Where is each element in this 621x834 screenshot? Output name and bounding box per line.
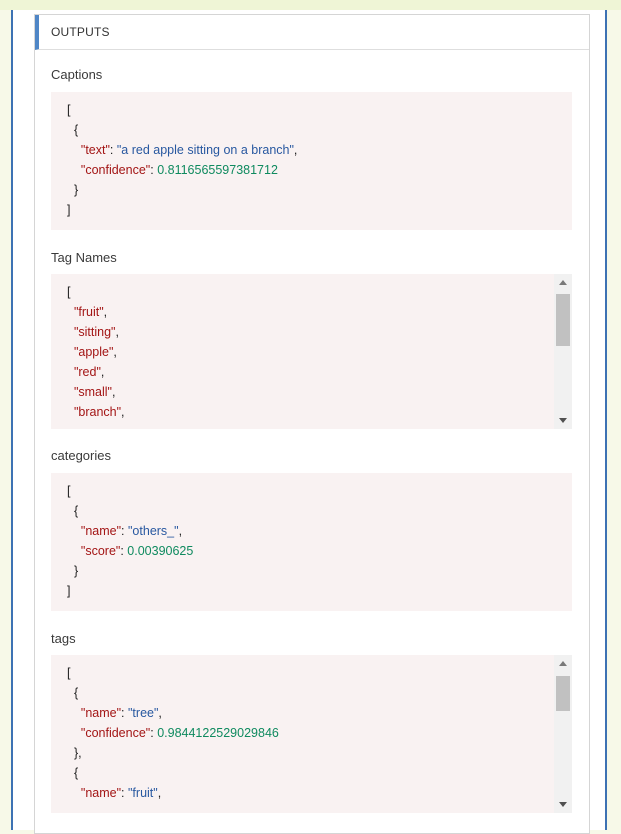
code-line: "name": "fruit", [67, 783, 557, 803]
code-token: } [67, 183, 79, 197]
code-token: "apple" [67, 345, 114, 359]
code-token: "score" [67, 544, 121, 558]
code-token: 0.9844122529029846 [157, 726, 279, 740]
code-token: "confidence" [67, 726, 151, 740]
code-token: "name" [67, 706, 122, 720]
code-line: [ [67, 100, 572, 120]
tag-names-scrollbar[interactable] [554, 274, 572, 429]
code-token: : [121, 524, 128, 538]
scroll-up-icon[interactable] [559, 280, 567, 285]
code-line: "text": "a red apple sitting on a branch… [67, 140, 572, 160]
captions-code-block: [ { "text": "a red apple sitting on a br… [51, 92, 572, 230]
tags-scrollbar[interactable] [554, 655, 572, 813]
code-line: [ [67, 663, 557, 683]
code-line: "fruit", [67, 302, 557, 322]
captions-label: Captions [51, 67, 103, 82]
code-token: "name" [67, 786, 122, 800]
code-token: 0.8116565597381712 [157, 163, 278, 177]
code-token: "small" [67, 385, 112, 399]
code-token: , [293, 143, 298, 157]
code-content: [ { "name": "tree", "confidence": 0.9844… [67, 663, 557, 803]
code-line: "score": 0.00390625 [67, 541, 572, 561]
code-line: }, [67, 743, 557, 763]
code-token: , [103, 305, 108, 319]
scroll-thumb[interactable] [556, 676, 570, 711]
code-token: "fruit" [67, 305, 104, 319]
code-line: { [67, 683, 557, 703]
code-token: { [67, 686, 79, 700]
code-token: "text" [67, 143, 110, 157]
code-token: , [113, 345, 117, 359]
code-line: "red", [67, 362, 557, 382]
code-token: } [67, 564, 79, 578]
code-token: , [121, 405, 125, 419]
code-line: "confidence": 0.9844122529029846 [67, 723, 557, 743]
code-token: "others_" [128, 524, 179, 538]
code-line: "name": "tree", [67, 703, 557, 723]
code-token: }, [67, 746, 82, 760]
scroll-down-icon[interactable] [559, 802, 567, 807]
code-line: { [67, 763, 557, 783]
code-token: ] [67, 584, 71, 598]
code-token: "a red apple sitting on a branch" [116, 143, 294, 157]
code-line: "sitting", [67, 322, 557, 342]
outputs-header: OUTPUTS [35, 15, 589, 50]
tags-label: tags [51, 631, 76, 646]
tags-code-block[interactable]: [ { "name": "tree", "confidence": 0.9844… [51, 655, 572, 813]
code-token: [ [67, 103, 71, 117]
code-token: , [178, 524, 183, 538]
code-line: "name": "others_", [67, 521, 572, 541]
code-token: 0.00390625 [127, 544, 194, 558]
code-line: [ [67, 282, 557, 302]
code-token: : [121, 706, 128, 720]
code-token: , [112, 385, 116, 399]
code-line: { [67, 501, 572, 521]
code-token: { [67, 504, 79, 518]
code-token: "sitting" [67, 325, 116, 339]
code-token: [ [67, 484, 71, 498]
code-token: , [158, 706, 162, 720]
code-token: , [157, 786, 162, 800]
code-line: "small", [67, 382, 557, 402]
code-line: ] [67, 581, 572, 601]
code-token: : [109, 143, 117, 157]
code-content: [ { "name": "others_", "score": 0.003906… [67, 481, 572, 601]
top-band [0, 0, 621, 10]
scroll-down-icon[interactable] [559, 418, 567, 423]
outputs-card: OUTPUTS Captions [ { "text": "a red appl… [34, 14, 590, 834]
code-token: ] [67, 203, 71, 217]
code-content: [ { "text": "a red apple sitting on a br… [67, 100, 572, 220]
code-line: "apple", [67, 342, 557, 362]
code-line: { [67, 120, 572, 140]
code-line: } [67, 180, 572, 200]
code-token: , [115, 325, 119, 339]
code-token: "red" [67, 365, 101, 379]
tag-names-code-block[interactable]: [ "fruit", "sitting", "apple", "red", "s… [51, 274, 572, 429]
code-token: [ [67, 666, 71, 680]
code-token: { [67, 123, 79, 137]
code-token: [ [67, 285, 71, 299]
code-token: : [121, 786, 128, 800]
code-token: "confidence" [67, 163, 151, 177]
code-line: } [67, 561, 572, 581]
code-content: [ "fruit", "sitting", "apple", "red", "s… [67, 282, 557, 422]
code-token: "fruit" [128, 786, 158, 800]
code-token: "name" [67, 524, 122, 538]
code-line: "branch", [67, 402, 557, 422]
code-line: ] [67, 200, 572, 220]
code-token: { [67, 766, 79, 780]
code-token: , [100, 365, 105, 379]
code-token: "branch" [67, 405, 122, 419]
scroll-thumb[interactable] [556, 294, 570, 346]
categories-code-block: [ { "name": "others_", "score": 0.003906… [51, 473, 572, 611]
categories-label: categories [51, 448, 111, 463]
code-token: "tree" [128, 706, 159, 720]
scroll-up-icon[interactable] [559, 661, 567, 666]
tag-names-label: Tag Names [51, 250, 117, 265]
code-line: [ [67, 481, 572, 501]
results-panel: OUTPUTS Captions [ { "text": "a red appl… [11, 10, 607, 834]
code-line: "confidence": 0.8116565597381712 [67, 160, 572, 180]
